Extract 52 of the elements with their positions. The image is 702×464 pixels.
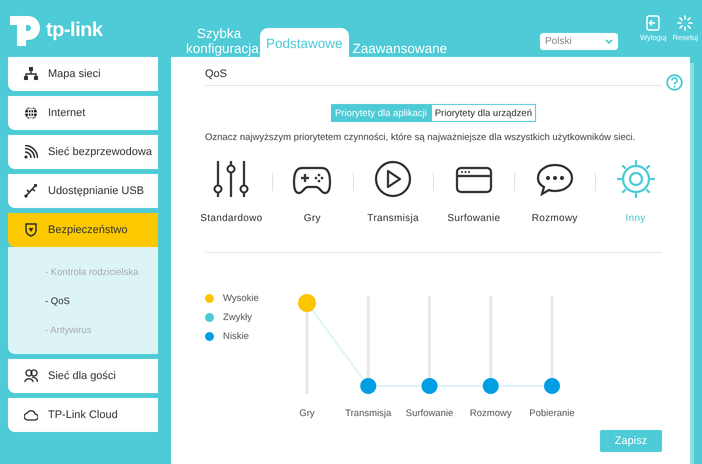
sidebar-item[interactable]: Internet xyxy=(8,96,158,130)
priority-slider[interactable] xyxy=(422,296,438,394)
priority-handle[interactable] xyxy=(544,378,560,394)
sidebar-item[interactable]: Sieć dla gości xyxy=(8,359,158,393)
priority-handle[interactable] xyxy=(298,294,316,312)
network-icon xyxy=(24,67,38,81)
language-select[interactable]: Polski xyxy=(540,33,618,50)
priority-slider[interactable] xyxy=(298,294,316,394)
people-icon xyxy=(24,369,38,383)
globe-icon xyxy=(24,106,38,120)
app-label: Surfowanie xyxy=(406,408,454,419)
play-icon xyxy=(373,159,414,199)
sidebar-item[interactable]: Mapa sieci xyxy=(8,57,158,91)
app-label: Transmisja xyxy=(345,408,392,419)
asterisk-icon xyxy=(676,15,694,31)
logo-text: tp-link xyxy=(46,19,102,42)
priority-slider[interactable] xyxy=(360,296,376,394)
app-label: Pobieranie xyxy=(529,408,575,419)
priority-slider[interactable] xyxy=(482,296,499,394)
app-label: Rozmowy xyxy=(470,408,512,419)
sidebar-item[interactable]: Sieć bezprzewodowa xyxy=(8,135,158,169)
page-title: QoS xyxy=(205,68,228,80)
category-option[interactable]: Rozmowy xyxy=(514,159,596,224)
logo-icon xyxy=(8,14,42,48)
usb-icon xyxy=(24,184,38,198)
logout-icon xyxy=(644,15,662,31)
cloud-icon xyxy=(24,408,38,422)
priority-slider[interactable] xyxy=(544,296,560,394)
sliders-icon xyxy=(211,159,252,199)
gear-icon xyxy=(616,159,656,199)
legend-label: Zwykły xyxy=(223,312,252,323)
sidebar-item[interactable]: Udostępnianie USB xyxy=(8,174,158,208)
category-option[interactable]: Surfowanie xyxy=(433,159,514,224)
legend-label: Wysokie xyxy=(223,293,259,304)
help-icon[interactable] xyxy=(666,74,683,91)
submenu-item[interactable]: - QoS xyxy=(45,293,70,309)
sidebar-item[interactable]: Bezpieczeństwo xyxy=(8,213,158,247)
chevron-down-icon xyxy=(605,39,613,44)
category-option[interactable]: Gry xyxy=(272,159,353,224)
app-label: Gry xyxy=(299,408,315,419)
shield-icon xyxy=(24,223,38,237)
legend-label: Niskie xyxy=(223,331,249,342)
category-option[interactable]: Standardowo xyxy=(191,159,272,224)
mode-tab[interactable]: Priorytety dla urządzeń xyxy=(430,104,536,122)
category-option[interactable]: Transmisja xyxy=(352,159,434,224)
sidebar-item[interactable]: TP-Link Cloud xyxy=(8,398,158,432)
scrollbar[interactable] xyxy=(690,63,694,464)
description-text: Oznacz najwyższym priorytetem czynności, które są najważniejsze dla wszystkich użytkowników sieci. xyxy=(205,132,636,143)
priority-handle[interactable] xyxy=(482,378,499,394)
priority-handle[interactable] xyxy=(422,378,438,394)
wifi-icon xyxy=(24,145,38,159)
priority-handle[interactable] xyxy=(360,378,376,394)
